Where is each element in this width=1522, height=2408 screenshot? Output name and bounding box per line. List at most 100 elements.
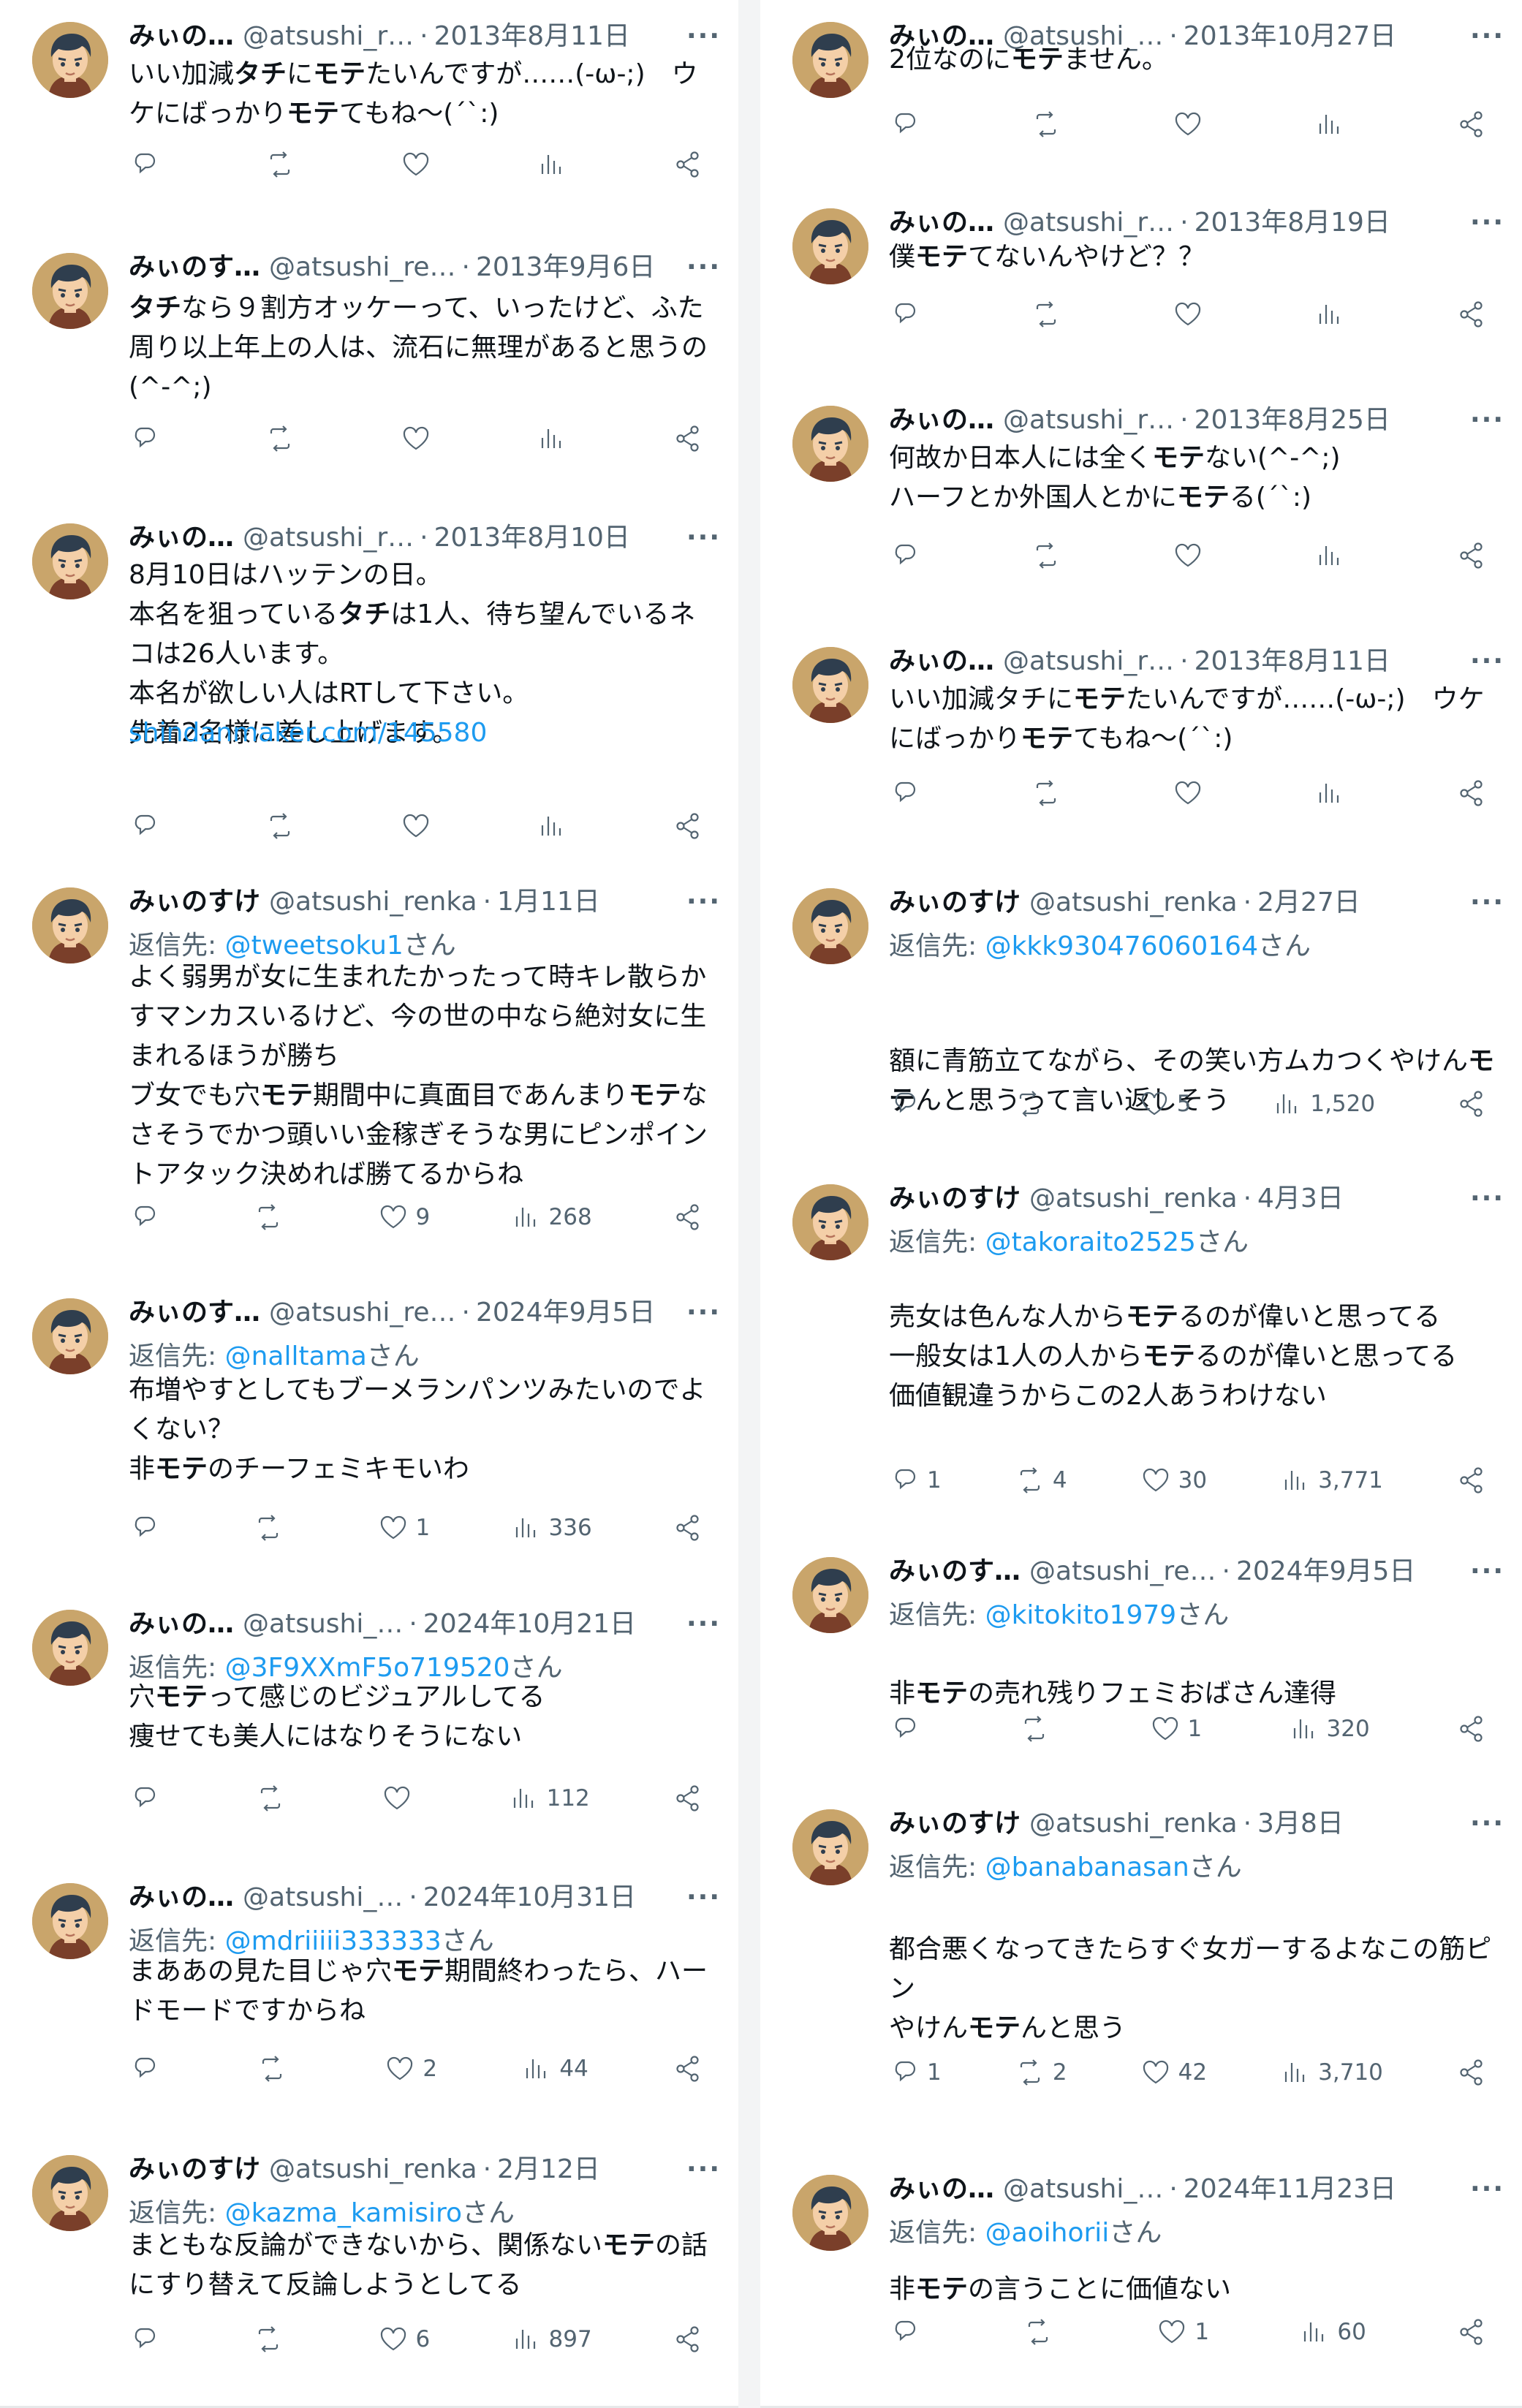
views-button[interactable]: 44 — [521, 2053, 588, 2084]
share-button[interactable] — [1456, 2057, 1500, 2088]
share-button[interactable] — [1456, 1088, 1500, 1119]
tweet-card[interactable]: みぃのす… @atsushi_re… · 2024年9月5日 ··· 返信先: @kito… — [760, 1535, 1522, 1790]
reply-button[interactable] — [129, 1202, 173, 1233]
reply-button[interactable] — [129, 2324, 173, 2355]
share-button[interactable] — [1456, 299, 1500, 330]
share-button[interactable] — [1456, 778, 1500, 809]
more-icon[interactable]: ··· — [678, 247, 721, 288]
retweet-button[interactable] — [1019, 1714, 1063, 1744]
display-name[interactable]: みぃの… — [129, 518, 234, 559]
display-name[interactable]: みぃのすけ — [129, 2149, 260, 2190]
share-button[interactable] — [1456, 109, 1500, 140]
retweet-button[interactable] — [1031, 778, 1075, 809]
user-handle[interactable]: @atsushi_renka — [1029, 1178, 1238, 1219]
retweet-button[interactable] — [1023, 2317, 1067, 2347]
reply-to-mention[interactable]: @aoihorii — [985, 2218, 1110, 2248]
user-handle[interactable]: @atsushi_re… — [269, 247, 455, 288]
reply-button[interactable] — [889, 1714, 933, 1744]
avatar[interactable] — [792, 1809, 868, 1885]
tweet-date[interactable]: 2月27日 — [1257, 882, 1360, 923]
tweet-card[interactable]: みぃの… @atsushi_… · 2024年10月21日 ··· 返信先: @3F9XX… — [0, 1588, 738, 1863]
avatar[interactable] — [32, 1883, 108, 1959]
views-button[interactable] — [1314, 109, 1358, 140]
avatar[interactable] — [792, 647, 868, 723]
tweet-date[interactable]: 2013年8月10日 — [434, 518, 630, 559]
like-button[interactable] — [401, 811, 444, 841]
reply-button[interactable] — [889, 778, 933, 809]
views-button[interactable]: 897 — [511, 2324, 592, 2355]
tweet-date[interactable]: 3月8日 — [1257, 1803, 1344, 1844]
user-handle[interactable]: @atsushi_… — [243, 1604, 403, 1645]
reply-button[interactable] — [129, 811, 173, 841]
retweet-button[interactable]: 2 — [1015, 2057, 1067, 2088]
tweet-card[interactable]: みぃのすけ @atsushi_renka · 2月27日 ··· 返信先: @kkk930… — [760, 866, 1522, 1165]
retweet-button[interactable] — [1031, 299, 1075, 330]
retweet-button[interactable] — [1014, 1088, 1058, 1119]
more-icon[interactable]: ··· — [1461, 400, 1504, 441]
reply-button[interactable] — [889, 540, 933, 571]
share-button[interactable] — [673, 2053, 716, 2084]
reply-button[interactable] — [889, 109, 933, 140]
reply-button[interactable] — [889, 299, 933, 330]
avatar[interactable] — [32, 2155, 108, 2231]
avatar[interactable] — [792, 888, 868, 964]
like-button[interactable]: 30 — [1140, 1465, 1207, 1496]
views-button[interactable] — [537, 811, 580, 841]
more-icon[interactable]: ··· — [678, 2149, 721, 2190]
user-handle[interactable]: @atsushi_… — [243, 1877, 403, 1918]
user-handle[interactable]: @atsushi_renka — [1029, 1803, 1238, 1844]
tweet-date[interactable]: 2024年11月23日 — [1184, 2169, 1396, 2210]
display-name[interactable]: みぃの… — [889, 400, 994, 441]
retweet-button[interactable]: 4 — [1015, 1465, 1067, 1496]
avatar[interactable] — [792, 2175, 868, 2251]
like-button[interactable]: 1 — [378, 1512, 430, 1543]
more-icon[interactable]: ··· — [1461, 1178, 1504, 1219]
display-name[interactable]: みぃのす… — [889, 1551, 1021, 1592]
user-handle[interactable]: @atsushi_… — [1003, 2169, 1163, 2210]
display-name[interactable]: みぃのすけ — [129, 882, 260, 923]
share-button[interactable] — [673, 1783, 716, 1814]
views-button[interactable]: 3,710 — [1280, 2057, 1383, 2088]
more-icon[interactable]: ··· — [678, 16, 721, 57]
tweet-card[interactable]: みぃのすけ @atsushi_renka · 1月11日 ··· 返信先: @tweets… — [0, 866, 738, 1279]
like-button[interactable] — [1173, 540, 1216, 571]
more-icon[interactable]: ··· — [678, 518, 721, 559]
share-button[interactable] — [673, 811, 716, 841]
avatar[interactable] — [32, 253, 108, 329]
tweet-card[interactable]: みぃの… @atsushi_… · 2013年10月27日 ··· 2位なのにモテません。 — [760, 0, 1522, 189]
like-button[interactable] — [1173, 299, 1216, 330]
like-button[interactable]: 6 — [378, 2324, 430, 2355]
reply-to-mention[interactable]: @nalltama — [225, 1341, 367, 1371]
reply-button[interactable] — [889, 1088, 933, 1119]
user-handle[interactable]: @atsushi_renka — [269, 2149, 477, 2190]
views-button[interactable]: 268 — [511, 1202, 592, 1233]
tweet-card[interactable]: みぃの… @atsushi_… · 2024年11月23日 ··· 返信先: @aoiho… — [760, 2153, 1522, 2408]
reply-to-mention[interactable]: @kkk930476060164 — [985, 931, 1258, 961]
user-handle[interactable]: @atsushi_r… — [1003, 641, 1174, 682]
tweet-date[interactable]: 2013年8月25日 — [1194, 400, 1390, 441]
views-button[interactable] — [537, 423, 580, 454]
display-name[interactable]: みぃの… — [129, 16, 234, 57]
retweet-button[interactable] — [265, 811, 308, 841]
reply-to-mention[interactable]: @tweetsoku1 — [225, 931, 404, 961]
avatar[interactable] — [32, 523, 108, 599]
reply-button[interactable] — [129, 1512, 173, 1543]
user-handle[interactable]: @atsushi_renka — [1029, 882, 1238, 923]
user-handle[interactable]: @atsushi_re… — [1029, 1551, 1216, 1592]
tweet-card[interactable]: みぃの… @atsushi_r… · 2013年8月19日 ··· 僕モテてないんやけど？… — [760, 186, 1522, 386]
reply-button[interactable]: 1 — [889, 2057, 942, 2088]
reply-button[interactable] — [129, 423, 173, 454]
avatar[interactable] — [32, 1298, 108, 1374]
like-button[interactable] — [401, 423, 444, 454]
reply-to-mention[interactable]: @takoraito2525 — [985, 1227, 1196, 1257]
like-button[interactable]: 2 — [385, 2053, 437, 2084]
tweet-date[interactable]: 2013年8月11日 — [1194, 641, 1390, 682]
display-name[interactable]: みぃのす… — [129, 247, 260, 288]
views-button[interactable]: 336 — [511, 1512, 592, 1543]
tweet-date[interactable]: 4月3日 — [1257, 1178, 1344, 1219]
like-button[interactable] — [1173, 109, 1216, 140]
tweet-date[interactable]: 2月12日 — [497, 2149, 600, 2190]
display-name[interactable]: みぃのすけ — [889, 882, 1021, 923]
avatar[interactable] — [792, 208, 868, 284]
tweet-date[interactable]: 2013年9月6日 — [476, 247, 655, 288]
